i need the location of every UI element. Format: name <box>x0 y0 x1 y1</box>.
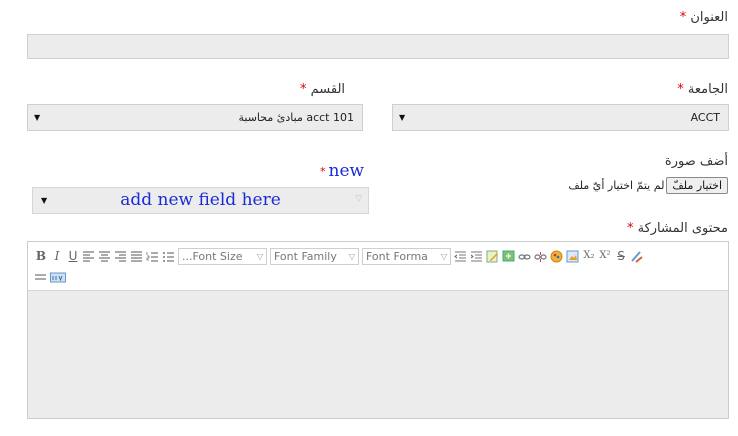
university-selected-value: ACCT <box>690 111 720 124</box>
editor-toolbar: B I U ...Font Size ▽ Font Family ▽ Font Fo… <box>34 246 724 288</box>
align-right-icon[interactable] <box>114 250 127 263</box>
strikethrough-button[interactable]: S <box>614 249 628 263</box>
file-status: لم يتمّ اختيار أيّ ملف <box>568 179 665 192</box>
title-input[interactable] <box>27 34 729 59</box>
chevron-down-icon: ▼ <box>41 196 48 205</box>
chevron-down-icon: ▼ <box>399 113 406 122</box>
insert-icon[interactable] <box>502 250 515 263</box>
university-label: الجامعة * <box>677 82 728 97</box>
required-mark: * <box>626 221 634 236</box>
font-family-dropdown[interactable]: Font Family ▽ <box>270 247 359 265</box>
chevron-down-icon: ▼ <box>34 113 41 122</box>
new-field-placeholder: add new field here <box>120 190 281 210</box>
superscript-button[interactable]: X² <box>598 249 612 263</box>
align-justify-icon[interactable] <box>130 250 143 263</box>
align-left-icon[interactable] <box>82 250 95 263</box>
editor-content-area[interactable] <box>28 290 728 418</box>
color-icon[interactable] <box>550 250 563 263</box>
font-format-dropdown[interactable]: Font Forma ▽ <box>362 247 451 265</box>
department-selected-value: acct 101 مبادئ محاسبة <box>238 111 355 124</box>
bold-button[interactable]: B <box>34 249 48 263</box>
chevron-down-icon: ▽ <box>355 194 362 204</box>
chevron-down-icon: ▽ <box>440 251 447 261</box>
underline-button[interactable]: U <box>66 249 80 263</box>
clear-format-icon[interactable] <box>630 250 643 263</box>
university-label-text: الجامعة <box>687 82 728 97</box>
bullet-list-icon[interactable] <box>162 250 175 263</box>
required-mark: * <box>677 82 684 97</box>
content-label: محتوى المشاركة * <box>627 221 728 236</box>
rich-text-editor: B I U ...Font Size ▽ Font Family ▽ Font Fo… <box>27 241 729 419</box>
subscript-button[interactable]: X₂ <box>582 249 596 263</box>
department-select[interactable]: ▼ acct 101 مبادئ محاسبة <box>27 104 363 131</box>
edit-icon[interactable] <box>486 250 499 263</box>
font-family-label: Font Family <box>274 249 337 263</box>
numbered-list-icon[interactable] <box>146 250 159 263</box>
title-label-text: العنوان <box>690 10 728 25</box>
file-input[interactable]: اختيار ملفّ لم يتمّ اختيار أيّ ملف <box>568 177 728 194</box>
required-mark: * <box>300 82 307 97</box>
choose-file-button[interactable]: اختيار ملفّ <box>666 177 728 194</box>
font-size-dropdown[interactable]: ...Font Size ▽ <box>178 247 267 265</box>
department-label: القسم * <box>300 82 345 97</box>
indent-icon[interactable] <box>470 250 483 263</box>
required-mark: * <box>679 10 687 25</box>
new-field-select[interactable]: ▼ add new field here ▽ <box>32 187 369 214</box>
image-label: أضف صورة <box>664 154 728 169</box>
outdent-icon[interactable] <box>454 250 467 263</box>
university-select[interactable]: ▼ ACCT <box>392 104 729 131</box>
content-label-text: محتوى المشاركة <box>637 221 728 236</box>
html-source-icon[interactable] <box>50 271 66 284</box>
link-icon[interactable] <box>518 250 531 263</box>
unlink-icon[interactable] <box>534 250 547 263</box>
chevron-down-icon: ▽ <box>348 251 355 261</box>
horizontal-rule-icon[interactable] <box>34 271 47 284</box>
italic-button[interactable]: I <box>50 249 64 263</box>
new-field-label-text: new <box>328 161 365 181</box>
department-label-text: القسم <box>310 82 346 97</box>
image-icon[interactable] <box>566 250 579 263</box>
title-label: العنوان * <box>680 10 728 25</box>
required-mark: * <box>320 164 326 178</box>
chevron-down-icon: ▽ <box>256 251 263 261</box>
align-center-icon[interactable] <box>98 250 111 263</box>
font-size-label: ...Font Size <box>182 249 243 263</box>
new-field-label: * new <box>320 161 364 181</box>
font-format-label: Font Forma <box>366 249 428 263</box>
